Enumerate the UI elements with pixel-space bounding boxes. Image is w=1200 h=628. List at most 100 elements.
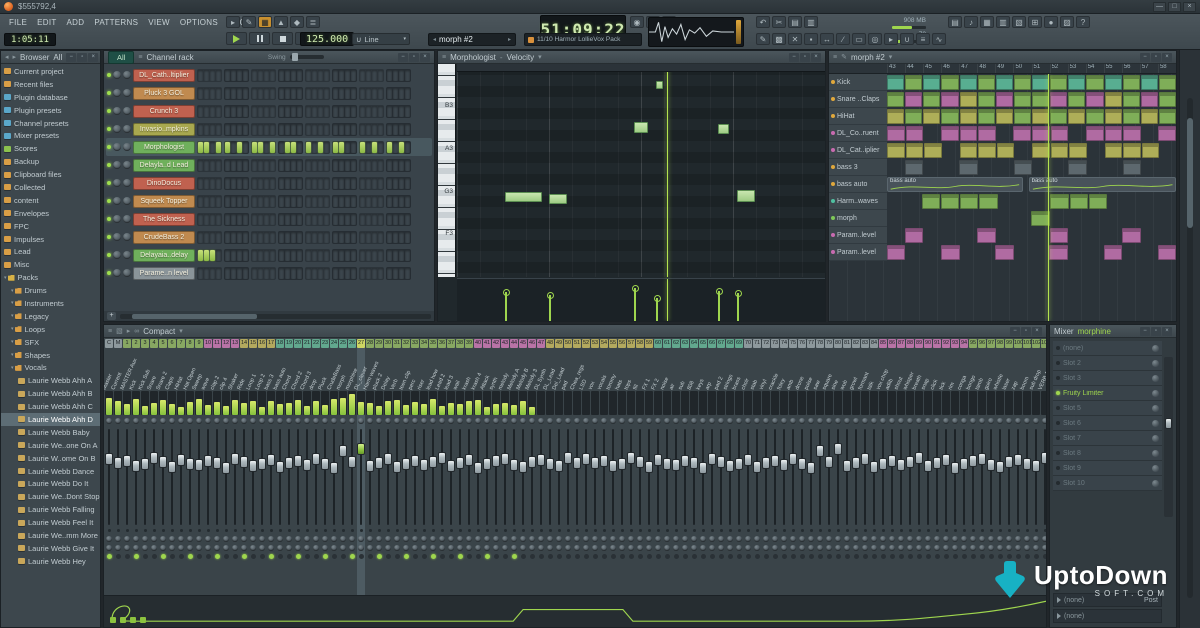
pattern-clip[interactable] xyxy=(1159,75,1176,90)
step-cell[interactable] xyxy=(339,106,344,117)
mixer-strip[interactable]: 44 Melody A xyxy=(510,339,518,627)
strip-mute-led[interactable] xyxy=(314,554,319,559)
strip-pan-knob[interactable] xyxy=(196,418,202,424)
ruler-bar[interactable]: 57 xyxy=(1140,64,1158,73)
pattern-clip[interactable] xyxy=(960,75,977,90)
strip-number[interactable]: 54 xyxy=(600,339,608,348)
browser-item[interactable]: Envelopes xyxy=(1,207,100,220)
strip-mute-led[interactable] xyxy=(953,554,958,559)
strip-stereo-knob[interactable] xyxy=(142,545,148,551)
strip-mute-led[interactable] xyxy=(332,554,337,559)
strip-volume-fader[interactable] xyxy=(924,427,932,527)
strip-stereo-knob[interactable] xyxy=(295,545,301,551)
undo-icon[interactable]: ↶ xyxy=(756,16,770,28)
step-cell[interactable] xyxy=(297,142,302,153)
strip-stereo-knob[interactable] xyxy=(1024,545,1030,551)
strip-number[interactable]: 97 xyxy=(987,339,995,348)
window-close-button[interactable]: × xyxy=(1183,2,1196,12)
browser-item[interactable]: Laurie Webb Baby xyxy=(1,426,100,439)
step-cell[interactable] xyxy=(252,268,257,279)
strip-stereo-knob[interactable] xyxy=(547,545,553,551)
step-cell[interactable] xyxy=(297,160,302,171)
pattern-clip[interactable] xyxy=(996,109,1013,124)
strip-send-knob[interactable] xyxy=(412,536,418,542)
ruler-bar[interactable]: 53 xyxy=(1068,64,1086,73)
step-cell[interactable] xyxy=(252,214,257,225)
step-cell[interactable] xyxy=(393,106,398,117)
strip-volume-fader[interactable] xyxy=(1041,427,1046,527)
strip-volume-fader[interactable] xyxy=(564,427,572,527)
pattern-clip[interactable] xyxy=(1086,75,1103,90)
track-header[interactable]: Harm..waves xyxy=(829,193,887,210)
step-cell[interactable] xyxy=(351,250,356,261)
strip-stereo-knob[interactable] xyxy=(457,545,463,551)
strip-mute-led[interactable] xyxy=(665,554,670,559)
pattern-clip[interactable] xyxy=(1032,126,1050,141)
step-cell[interactable] xyxy=(339,124,344,135)
strip-volume-fader[interactable] xyxy=(654,427,662,527)
strip-number[interactable]: 36 xyxy=(438,339,446,348)
fx-slot[interactable]: Slot 6 xyxy=(1053,416,1162,431)
mixer-strip[interactable]: 42 synth xyxy=(492,339,500,627)
strip-number[interactable]: 56 xyxy=(618,339,626,348)
fx-slot[interactable]: Slot 3 xyxy=(1053,371,1162,386)
strip-mute-led[interactable] xyxy=(476,554,481,559)
strip-mute-led[interactable] xyxy=(179,554,184,559)
browser-item[interactable]: Laurie We..mm More xyxy=(1,529,100,542)
step-cell[interactable] xyxy=(216,124,221,135)
step-cell[interactable] xyxy=(270,142,275,153)
strip-send-knob[interactable] xyxy=(538,536,544,542)
step-cell[interactable] xyxy=(351,142,356,153)
step-cell[interactable] xyxy=(378,142,383,153)
browser-item[interactable]: Laurie Webb Ahh B xyxy=(1,387,100,400)
strip-pan-knob[interactable] xyxy=(952,418,958,424)
strip-send-knob[interactable] xyxy=(727,536,733,542)
mixer-strip[interactable]: 31 Verb xyxy=(393,339,401,627)
strip-pan-knob[interactable] xyxy=(331,418,337,424)
step-cell[interactable] xyxy=(333,268,338,279)
empty-cell[interactable] xyxy=(961,245,977,260)
mixer-strip[interactable]: 93 rim xyxy=(951,339,959,627)
strip-stereo-knob[interactable] xyxy=(286,545,292,551)
step-cell[interactable] xyxy=(339,250,344,261)
browser-item[interactable]: ▾ Instruments xyxy=(1,297,100,310)
step-cell[interactable] xyxy=(285,124,290,135)
browser-item[interactable]: Impulses xyxy=(1,233,100,246)
step-cell[interactable] xyxy=(306,232,311,243)
strip-volume-fader[interactable] xyxy=(465,427,473,527)
step-cell[interactable] xyxy=(312,214,317,225)
track-header[interactable]: bass 3 xyxy=(829,159,887,176)
strip-pan-knob[interactable] xyxy=(673,418,679,424)
step-cell[interactable] xyxy=(237,88,242,99)
strip-send-knob[interactable] xyxy=(529,536,535,542)
browser-item[interactable]: Clipboard files xyxy=(1,168,100,181)
step-cell[interactable] xyxy=(306,124,311,135)
step-cell[interactable] xyxy=(258,88,263,99)
step-cell[interactable] xyxy=(285,196,290,207)
strip-pan-knob[interactable] xyxy=(583,418,589,424)
strip-number[interactable]: 47 xyxy=(537,339,545,348)
strip-pan-knob[interactable] xyxy=(709,418,715,424)
velocity-stem[interactable] xyxy=(718,291,720,321)
step-cell[interactable] xyxy=(405,214,410,225)
empty-cell[interactable] xyxy=(887,228,904,243)
step-cell[interactable] xyxy=(399,196,404,207)
channel-volume-knob[interactable] xyxy=(123,233,131,241)
step-cell[interactable] xyxy=(258,214,263,225)
step-cell[interactable] xyxy=(324,70,329,81)
strip-pan-knob[interactable] xyxy=(250,418,256,424)
pattern-clip[interactable] xyxy=(924,143,942,158)
strip-send-knob[interactable] xyxy=(106,536,112,542)
strip-pan-knob[interactable] xyxy=(988,418,994,424)
browser-item[interactable]: ▾ Drums xyxy=(1,284,100,297)
pattern-clip[interactable] xyxy=(1050,228,1069,243)
strip-send-knob[interactable] xyxy=(574,536,580,542)
strip-mute-led[interactable] xyxy=(791,554,796,559)
strip-stereo-knob[interactable] xyxy=(529,545,535,551)
step-cell[interactable] xyxy=(351,70,356,81)
strip-pan-knob[interactable] xyxy=(763,418,769,424)
strip-number[interactable]: 5 xyxy=(159,339,167,348)
midi-note[interactable] xyxy=(549,194,567,204)
step-cell[interactable] xyxy=(324,88,329,99)
step-cell[interactable] xyxy=(306,106,311,117)
